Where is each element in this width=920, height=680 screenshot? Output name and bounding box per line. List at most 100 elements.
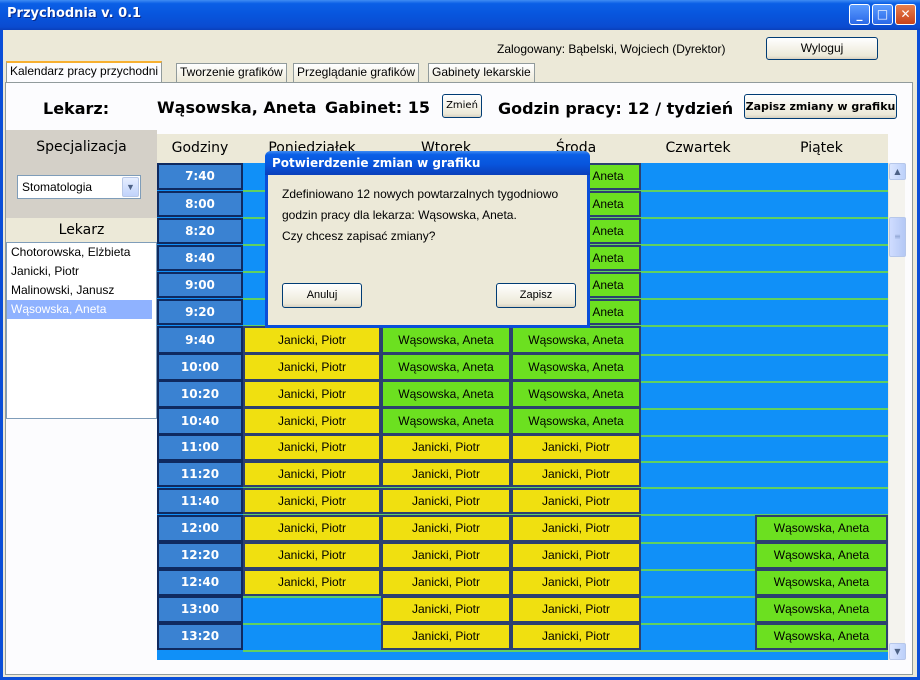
app-window: Przychodnia v. 0.1 _ □ ✕ Zalogowany: Bąb…: [0, 0, 920, 680]
time-slot-label: 10:20: [157, 380, 243, 408]
time-slot-label: 12:40: [157, 569, 243, 596]
time-slot-label: 7:40: [157, 163, 243, 190]
schedule-cell[interactable]: Wąsowska, Aneta: [511, 407, 641, 435]
dialog-line: Czy chcesz zapisać zmiany?: [282, 229, 436, 243]
schedule-cell[interactable]: Janicki, Piotr: [511, 434, 641, 461]
window-title: Przychodnia v. 0.1: [7, 6, 142, 21]
client-area: Zalogowany: Bąbelski, Wojciech (Dyrektor…: [3, 30, 917, 677]
doctor-list-header: Lekarz: [6, 218, 157, 242]
schedule-cell[interactable]: Janicki, Piotr: [511, 623, 641, 650]
title-bar[interactable]: Przychodnia v. 0.1 _ □ ✕: [0, 0, 920, 30]
time-slot-label: 12:00: [157, 515, 243, 542]
schedule-cell[interactable]: Janicki, Piotr: [243, 353, 381, 381]
doctor-name: Wąsowska, Aneta: [157, 98, 317, 117]
schedule-cell[interactable]: Janicki, Piotr: [381, 623, 511, 650]
doctor-list-item[interactable]: Malinowski, Janusz: [7, 281, 156, 300]
row-divider: [243, 650, 888, 652]
scroll-down-icon[interactable]: ▼: [889, 643, 906, 660]
save-button[interactable]: Zapisz: [496, 283, 576, 308]
cancel-button[interactable]: Anuluj: [282, 283, 362, 308]
chevron-down-icon[interactable]: ▼: [122, 177, 139, 197]
schedule-cell[interactable]: Wąsowska, Aneta: [511, 326, 641, 354]
schedule-cell[interactable]: Wąsowska, Aneta: [511, 353, 641, 381]
schedule-cell[interactable]: Wąsowska, Aneta: [755, 542, 888, 569]
time-slot-label: 11:20: [157, 461, 243, 487]
schedule-cell[interactable]: Janicki, Piotr: [381, 542, 511, 569]
tab-doctor-offices[interactable]: Gabinety lekarskie: [428, 63, 535, 82]
dialog-title[interactable]: Potwierdzenie zmian w grafiku: [265, 151, 590, 175]
schedule-cell[interactable]: Janicki, Piotr: [243, 407, 381, 435]
schedule-cell[interactable]: Janicki, Piotr: [381, 488, 511, 514]
time-slot-label: 12:20: [157, 542, 243, 569]
schedule-cell[interactable]: Janicki, Piotr: [511, 542, 641, 569]
schedule-cell[interactable]: Janicki, Piotr: [381, 596, 511, 623]
scroll-thumb[interactable]: ≡: [889, 217, 906, 257]
tab-calendar[interactable]: Kalendarz pracy przychodni: [6, 61, 163, 83]
tab-create-schedules[interactable]: Tworzenie grafików: [176, 63, 287, 82]
work-hours-label: Godzin pracy: 12 / tydzień: [498, 99, 734, 118]
schedule-cell[interactable]: Janicki, Piotr: [381, 461, 511, 487]
column-header-thursday: Czwartek: [641, 134, 755, 163]
vertical-scrollbar[interactable]: ▲ ≡ ▼: [888, 163, 906, 660]
time-slot-label: 10:00: [157, 353, 243, 381]
specialization-select[interactable]: Stomatologia ▼: [17, 175, 141, 199]
room-label: Gabinet: 15: [325, 98, 430, 117]
schedule-cell[interactable]: Wąsowska, Aneta: [381, 380, 511, 408]
doctor-list-item[interactable]: Chotorowska, Elżbieta: [7, 243, 156, 262]
tab-browse-schedules[interactable]: Przeglądanie grafików: [293, 63, 420, 82]
time-slot-label: 8:40: [157, 245, 243, 271]
schedule-cell[interactable]: Wąsowska, Aneta: [755, 515, 888, 542]
schedule-cell[interactable]: Wąsowska, Aneta: [381, 353, 511, 381]
column-header-friday: Piątek: [755, 134, 888, 163]
minimize-icon[interactable]: _: [849, 4, 870, 25]
schedule-cell[interactable]: Wąsowska, Aneta: [511, 380, 641, 408]
schedule-cell[interactable]: Janicki, Piotr: [243, 380, 381, 408]
doctor-label: Lekarz:: [43, 99, 110, 118]
time-slot-label: 13:00: [157, 596, 243, 623]
schedule-cell[interactable]: Wąsowska, Aneta: [755, 623, 888, 650]
schedule-cell[interactable]: Janicki, Piotr: [511, 569, 641, 596]
time-slot-label: 10:40: [157, 407, 243, 435]
schedule-cell[interactable]: Janicki, Piotr: [243, 515, 381, 542]
schedule-cell[interactable]: Wąsowska, Aneta: [381, 326, 511, 354]
schedule-cell[interactable]: Janicki, Piotr: [243, 569, 381, 596]
schedule-cell[interactable]: Janicki, Piotr: [381, 515, 511, 542]
time-slot-label: 9:20: [157, 299, 243, 325]
schedule-cell[interactable]: Janicki, Piotr: [243, 434, 381, 461]
save-schedule-button[interactable]: Zapisz zmiany w grafiku: [744, 94, 897, 119]
close-icon[interactable]: ✕: [895, 4, 916, 25]
scroll-up-icon[interactable]: ▲: [889, 163, 906, 180]
schedule-cell[interactable]: Janicki, Piotr: [511, 515, 641, 542]
logged-in-user: Zalogowany: Bąbelski, Wojciech (Dyrektor…: [497, 42, 726, 56]
time-slot-label: 13:20: [157, 623, 243, 650]
time-slot-label: 8:20: [157, 218, 243, 244]
specialization-title: Specjalizacja: [36, 139, 127, 155]
change-room-button[interactable]: Zmień: [442, 94, 482, 118]
schedule-cell[interactable]: Wąsowska, Aneta: [381, 407, 511, 435]
schedule-cell[interactable]: Janicki, Piotr: [511, 488, 641, 514]
doctor-list-item-selected[interactable]: Wąsowska, Aneta: [7, 300, 152, 319]
schedule-cell[interactable]: Janicki, Piotr: [243, 542, 381, 569]
column-header-hours: Godziny: [157, 134, 243, 163]
schedule-cell[interactable]: Janicki, Piotr: [381, 569, 511, 596]
doctor-list[interactable]: Chotorowska, Elżbieta Janicki, Piotr Mal…: [6, 242, 157, 419]
schedule-cell[interactable]: Janicki, Piotr: [511, 461, 641, 487]
time-slot-label: 9:40: [157, 326, 243, 354]
schedule-cell[interactable]: Wąsowska, Aneta: [755, 596, 888, 623]
time-slot-label: 11:40: [157, 488, 243, 514]
schedule-cell[interactable]: Janicki, Piotr: [243, 461, 381, 487]
dialog-line: godzin pracy dla lekarza: Wąsowska, Anet…: [282, 208, 517, 222]
schedule-cell[interactable]: Janicki, Piotr: [511, 596, 641, 623]
dialog-body: Zdefiniowano 12 nowych powtarzalnych tyg…: [268, 175, 587, 325]
schedule-cell[interactable]: Janicki, Piotr: [243, 326, 381, 354]
logout-button[interactable]: Wyloguj: [766, 37, 878, 60]
time-slot-label: 8:00: [157, 191, 243, 217]
dialog-line: Zdefiniowano 12 nowych powtarzalnych tyg…: [282, 187, 559, 201]
schedule-cell[interactable]: Janicki, Piotr: [381, 434, 511, 461]
schedule-cell[interactable]: Janicki, Piotr: [243, 488, 381, 514]
doctor-list-item[interactable]: Janicki, Piotr: [7, 262, 156, 281]
maximize-icon[interactable]: □: [872, 4, 893, 25]
schedule-cell[interactable]: Wąsowska, Aneta: [755, 569, 888, 596]
time-slot-label: 9:00: [157, 272, 243, 298]
time-slot-label: 11:00: [157, 434, 243, 461]
